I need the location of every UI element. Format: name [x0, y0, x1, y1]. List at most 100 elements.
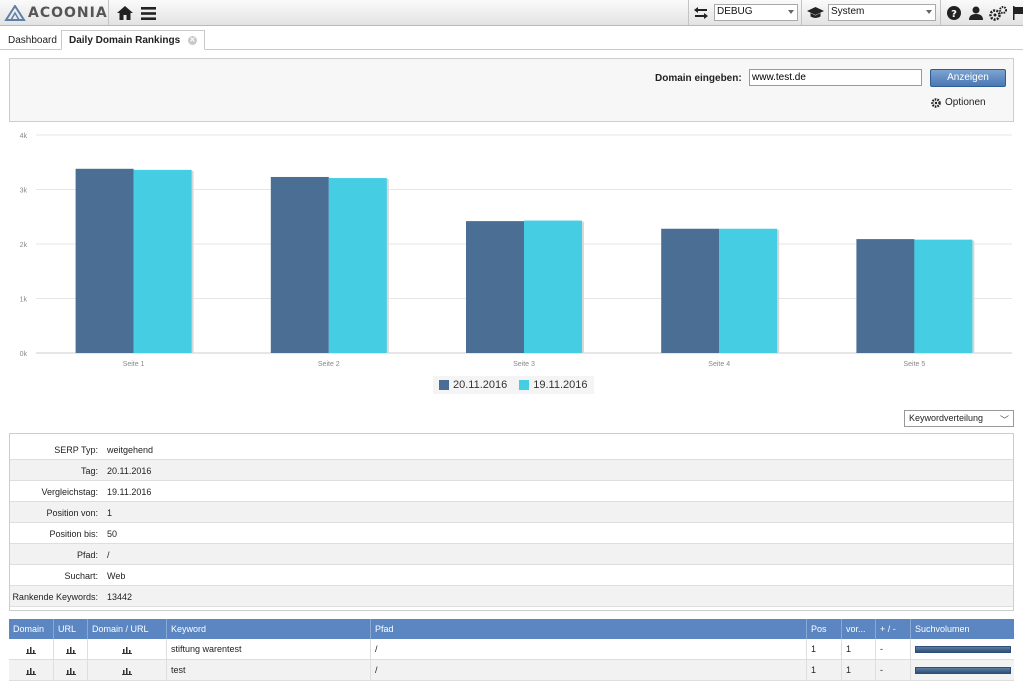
bar[interactable]	[661, 228, 720, 353]
info-value: Web	[107, 571, 126, 581]
info-label: Rankende Keywords:	[12, 592, 98, 602]
info-label: SERP Typ:	[54, 445, 98, 455]
rankings-chart: 0k 1k 2k 3k 4k Seite 1 Seite 2 Seite 3 Seite 4 Se…	[9, 124, 1014, 404]
vor-cell: 1	[842, 639, 876, 660]
debug-select-value: DEBUG	[717, 6, 753, 17]
info-panel: SERP Typ: weitgehend Tag: 20.11.2016 Ver…	[9, 433, 1014, 611]
column-header-domain-url[interactable]: Domain / URL	[88, 619, 167, 639]
search-volume-cell	[911, 639, 1014, 660]
x-tick-label: Seite 1	[123, 361, 145, 368]
domain-input[interactable]	[749, 69, 922, 86]
bar[interactable]	[75, 168, 134, 353]
keyword-cell: stiftung warentest	[167, 639, 371, 660]
bar[interactable]	[914, 239, 973, 353]
legend-item[interactable]: 20.11.2016	[439, 379, 507, 391]
table-row[interactable]: stiftung warentest / 1 1 -	[9, 639, 1014, 660]
bar[interactable]	[719, 228, 778, 353]
info-row: Position bis: 50	[10, 523, 1013, 544]
table-row[interactable]: test / 1 1 -	[9, 660, 1014, 681]
chevron-down-icon	[926, 10, 932, 14]
chart-legend: 20.11.2016 19.11.2016	[433, 376, 594, 394]
domain-url-chart-cell[interactable]	[88, 639, 167, 660]
options-button[interactable]: Optionen	[931, 97, 986, 108]
gear-icon	[931, 97, 941, 108]
tab-daily-domain-rankings[interactable]: Daily Domain Rankings ✕	[61, 30, 205, 50]
info-row: Vergleichstag: 19.11.2016	[10, 481, 1013, 502]
info-label: Pfad:	[76, 550, 98, 560]
column-header-pos[interactable]: Pos	[807, 619, 842, 639]
bar[interactable]	[270, 176, 329, 353]
bar-chart-icon[interactable]	[65, 667, 76, 675]
user-icon[interactable]	[968, 4, 984, 22]
info-label: Position von:	[46, 508, 98, 518]
search-volume-cell	[911, 660, 1014, 681]
home-icon[interactable]	[116, 4, 134, 22]
column-header-vor[interactable]: vor...	[842, 619, 876, 639]
column-header-url[interactable]: URL	[54, 619, 88, 639]
info-label: Position bis:	[49, 529, 98, 539]
x-tick-label: Seite 3	[513, 361, 535, 368]
y-tick-label: 4k	[20, 133, 28, 140]
column-header-suchvolumen[interactable]: Suchvolumen	[911, 619, 1014, 639]
help-icon[interactable]: ?	[946, 4, 962, 22]
x-tick-label: Seite 4	[708, 361, 730, 368]
chevron-down-icon	[788, 10, 794, 14]
info-label: Vergleichstag:	[41, 487, 98, 497]
top-toolbar: ACOONIA DEBUG System ?	[0, 0, 1023, 26]
url-chart-cell[interactable]	[54, 660, 88, 681]
diff-cell: -	[876, 639, 911, 660]
svg-text:?: ?	[951, 9, 957, 20]
info-row: SERP Typ: weitgehend	[10, 439, 1013, 460]
url-chart-cell[interactable]	[54, 639, 88, 660]
swap-icon[interactable]	[693, 4, 709, 22]
vor-cell: 1	[842, 660, 876, 681]
column-header-keyword[interactable]: Keyword	[167, 619, 371, 639]
bar[interactable]	[856, 239, 915, 353]
bar[interactable]	[466, 221, 524, 353]
info-value: /	[107, 550, 110, 560]
bar-chart-icon[interactable]	[26, 667, 36, 675]
bar[interactable]	[524, 220, 582, 353]
info-label: Suchart:	[64, 571, 98, 581]
legend-item[interactable]: 19.11.2016	[519, 379, 588, 391]
bar-chart-icon[interactable]	[122, 646, 132, 654]
show-button[interactable]: Anzeigen	[930, 69, 1006, 87]
domain-chart-cell[interactable]	[9, 639, 54, 660]
y-tick-label: 0k	[20, 351, 28, 358]
bar-chart: 0k 1k 2k 3k 4k Seite 1 Seite 2 Seite 3 Seite 4 Se…	[20, 133, 1012, 368]
bar-chart-icon[interactable]	[65, 646, 76, 654]
cogs-icon[interactable]	[988, 4, 1008, 22]
flag-icon[interactable]	[1012, 4, 1023, 22]
tab-label: Daily Domain Rankings	[69, 35, 181, 46]
pos-cell: 1	[807, 660, 842, 681]
toolbar-separator	[940, 0, 941, 25]
pfad-cell: /	[371, 660, 807, 681]
bar-chart-icon[interactable]	[122, 667, 132, 675]
keyword-distribution-select[interactable]: Keywordverteilung ﹀	[904, 410, 1014, 427]
menu-icon[interactable]	[139, 4, 157, 22]
legend-label: 20.11.2016	[453, 379, 508, 391]
graduation-cap-icon[interactable]	[806, 4, 824, 22]
bar-chart-icon[interactable]	[26, 646, 36, 654]
info-row: Rankende Keywords: 13442	[10, 586, 1013, 607]
domain-chart-cell[interactable]	[9, 660, 54, 681]
info-row: Tag: 20.11.2016	[10, 460, 1013, 481]
bar[interactable]	[133, 169, 192, 353]
column-header-pfad[interactable]: Pfad	[371, 619, 807, 639]
logo: ACOONIA	[4, 4, 108, 22]
pos-cell: 1	[807, 639, 842, 660]
system-select[interactable]: System	[828, 4, 936, 21]
column-header-domain[interactable]: Domain	[9, 619, 54, 639]
tab-dashboard[interactable]: Dashboard	[1, 31, 64, 50]
debug-select[interactable]: DEBUG	[714, 4, 798, 21]
y-tick-label: 3k	[20, 188, 28, 195]
diff-cell: -	[876, 660, 911, 681]
close-icon[interactable]: ✕	[187, 35, 197, 45]
domain-form-panel: Domain eingeben: Anzeigen Optionen	[9, 58, 1014, 122]
y-tick-label: 2k	[20, 242, 28, 249]
keyword-cell: test	[167, 660, 371, 681]
column-header-diff[interactable]: + / -	[876, 619, 911, 639]
bar[interactable]	[328, 178, 387, 353]
domain-url-chart-cell[interactable]	[88, 660, 167, 681]
logo-text: ACOONIA	[28, 5, 108, 21]
